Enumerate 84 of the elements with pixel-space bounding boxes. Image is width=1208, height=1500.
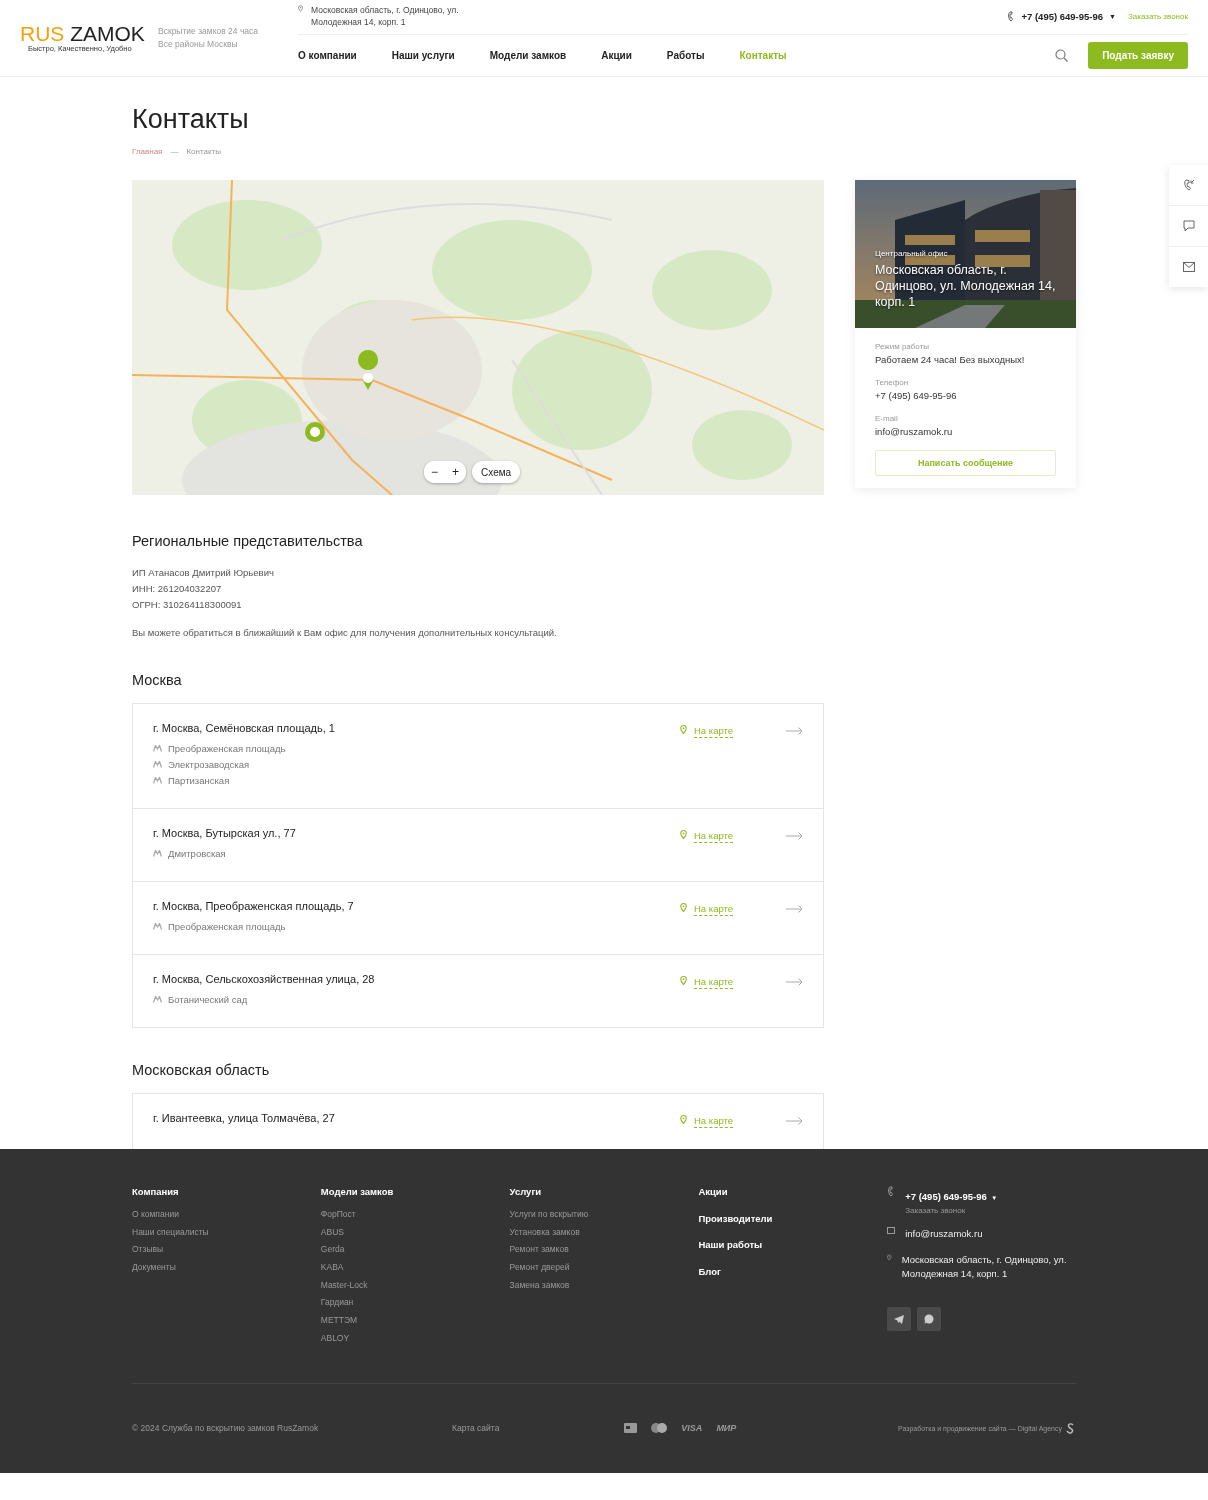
nav-item[interactable]: Работы bbox=[666, 49, 705, 61]
footer-link[interactable]: Ремонт замков bbox=[509, 1244, 699, 1263]
map-link[interactable]: На карте bbox=[694, 830, 734, 843]
footer-link[interactable]: ФорПост bbox=[320, 1209, 510, 1227]
office-row[interactable]: г. Москва, Бутырская ул., 77 Дмитровская На карте bbox=[133, 808, 823, 881]
region-title: Московская область bbox=[132, 1062, 271, 1078]
office-address: Московская область, г. Одинцово, ул. Молодежная 14, корп. 1 bbox=[875, 262, 1056, 310]
metro-station: Партизанская bbox=[168, 774, 230, 786]
field-value: +7 (495) 649-95-96 bbox=[875, 390, 958, 401]
slogan-text: Вскрытие замков 24 часа bbox=[158, 25, 260, 38]
section-title: Региональные представительства bbox=[132, 533, 364, 549]
phone-number[interactable]: +7 (495) 649-95-96 bbox=[905, 1191, 987, 1202]
footer-section-link[interactable]: Акции bbox=[698, 1186, 888, 1213]
footer-link[interactable]: ABLOY bbox=[320, 1332, 510, 1351]
nav-item[interactable]: Акции bbox=[601, 49, 632, 61]
map-link[interactable]: На карте bbox=[694, 725, 734, 738]
company-detail: ИНН: 261204032207 bbox=[132, 582, 223, 596]
footer-link[interactable]: МЕТТЭМ bbox=[320, 1315, 510, 1333]
footer-link[interactable]: Gerda bbox=[320, 1244, 510, 1263]
copyright-text: © 2024 Служба по вскрытию замков RusZamok bbox=[132, 1423, 320, 1433]
slogan-text: Все районы Москвы bbox=[158, 38, 239, 51]
map-link[interactable]: На карте bbox=[694, 976, 734, 989]
info-text: Вы можете обратиться в ближайший к Вам офис для получения дополнительных консультаций. bbox=[132, 627, 558, 638]
footer-link[interactable]: KABA bbox=[320, 1262, 510, 1280]
field-value: Работаем 24 часа! Без выходных! bbox=[875, 354, 1026, 365]
footer-heading: Модели замков bbox=[320, 1186, 395, 1197]
office-row[interactable]: г. Москва, Сельскохозяйственная улица, 28 Ботанический сад На карте bbox=[133, 954, 823, 1027]
field-label: E-mail bbox=[875, 414, 899, 423]
breadcrumb-link[interactable]: Главная bbox=[132, 147, 163, 156]
footer-link[interactable]: ABUS bbox=[320, 1226, 510, 1245]
footer-link[interactable]: Замена замков bbox=[509, 1279, 699, 1298]
office-address: г. Москва, Бутырская ул., 77 bbox=[153, 827, 297, 839]
breadcrumb-separator: — bbox=[170, 147, 179, 156]
payment-logo: VISA bbox=[681, 1423, 703, 1433]
footer-link[interactable]: Гардиан bbox=[320, 1297, 510, 1316]
callback-link[interactable]: Заказать звонок bbox=[1128, 12, 1188, 22]
footer-link[interactable]: Установка замков bbox=[509, 1226, 699, 1245]
footer-link[interactable]: Наши специалисты bbox=[132, 1226, 321, 1245]
metro-station: Преображенская площадь bbox=[168, 742, 286, 754]
phone-number[interactable]: +7 (495) 649-95-96 bbox=[1021, 11, 1104, 23]
footer-heading: Компания bbox=[132, 1186, 180, 1197]
field-value: info@ruszamok.ru bbox=[875, 426, 954, 437]
field-label: Телефон bbox=[875, 378, 910, 387]
page-title: Контакты bbox=[132, 103, 250, 135]
footer-link[interactable]: Отзывы bbox=[132, 1244, 321, 1263]
nav-item[interactable]: О компании bbox=[298, 49, 357, 61]
metro-station: Дмитровская bbox=[168, 847, 226, 859]
map-layer-button[interactable]: Схема bbox=[472, 461, 521, 483]
footer-link[interactable]: О компании bbox=[132, 1209, 321, 1227]
company-detail: ИП Атанасов Дмитрий Юрьевич bbox=[132, 566, 275, 580]
map-link[interactable]: На карте bbox=[694, 1115, 734, 1128]
address-text: Московская область, г. Одинцово, ул. Молодежная 14, корп. 1 bbox=[311, 3, 460, 28]
nav-item[interactable]: Модели замков bbox=[489, 49, 567, 61]
email-link[interactable]: info@ruszamok.ru bbox=[905, 1227, 983, 1241]
footer-link[interactable]: Ремонт дверей bbox=[509, 1262, 699, 1280]
write-message-button[interactable]: Написать сообщение bbox=[875, 450, 1056, 476]
footer-section-link[interactable]: Производители bbox=[698, 1212, 888, 1239]
region-title: Москва bbox=[132, 672, 183, 688]
photo-caption: Центральный офис bbox=[875, 249, 949, 258]
nav-item[interactable]: Наши услуги bbox=[391, 49, 455, 61]
office-row[interactable]: г. Москва, Семёновская площадь, 1 Преображенская площадь Электрозаводская Партизанская На карте bbox=[133, 704, 823, 808]
metro-station: Ботанический сад bbox=[168, 993, 248, 1005]
office-address: г. Москва, Преображенская площадь, 7 bbox=[153, 900, 355, 912]
map-link[interactable]: На карте bbox=[694, 903, 734, 916]
field-label: Режим работы bbox=[875, 342, 931, 351]
office-row[interactable]: г. Москва, Преображенская площадь, 7 Преображенская площадь На карте bbox=[133, 881, 823, 954]
logo[interactable]: RUS ZAMOK bbox=[20, 23, 158, 44]
office-address: г. Москва, Семёновская площадь, 1 bbox=[153, 722, 336, 734]
metro-station: Электрозаводская bbox=[168, 758, 250, 770]
callback-link[interactable]: Заказать звонок bbox=[905, 1206, 998, 1215]
footer-section-link[interactable]: Блог bbox=[698, 1265, 888, 1292]
footer-heading: Услуги bbox=[509, 1186, 543, 1197]
office-row[interactable]: г. Ивантеевка, улица Толмачёва, 27 На карте bbox=[133, 1094, 823, 1164]
footer-section-link[interactable]: Наши работы bbox=[698, 1239, 888, 1266]
address-text: Московская область, г. Одинцово, ул. Молодежная 14, корп. 1 bbox=[901, 1253, 1068, 1281]
footer-link[interactable]: Документы bbox=[132, 1262, 321, 1280]
metro-station: Преображенская площадь bbox=[168, 920, 286, 932]
sitemap-link[interactable]: Карта сайта bbox=[452, 1423, 500, 1433]
office-address: г. Москва, Сельскохозяйственная улица, 28 bbox=[153, 973, 376, 985]
footer-link[interactable]: Master-Lock bbox=[320, 1279, 510, 1298]
payment-logo: МИР bbox=[716, 1423, 737, 1433]
office-address: г. Ивантеевка, улица Толмачёва, 27 bbox=[153, 1112, 336, 1124]
company-detail: ОГРН: 310264118300091 bbox=[132, 598, 243, 612]
footer-link[interactable]: Услуги по вскрытию bbox=[509, 1209, 699, 1227]
